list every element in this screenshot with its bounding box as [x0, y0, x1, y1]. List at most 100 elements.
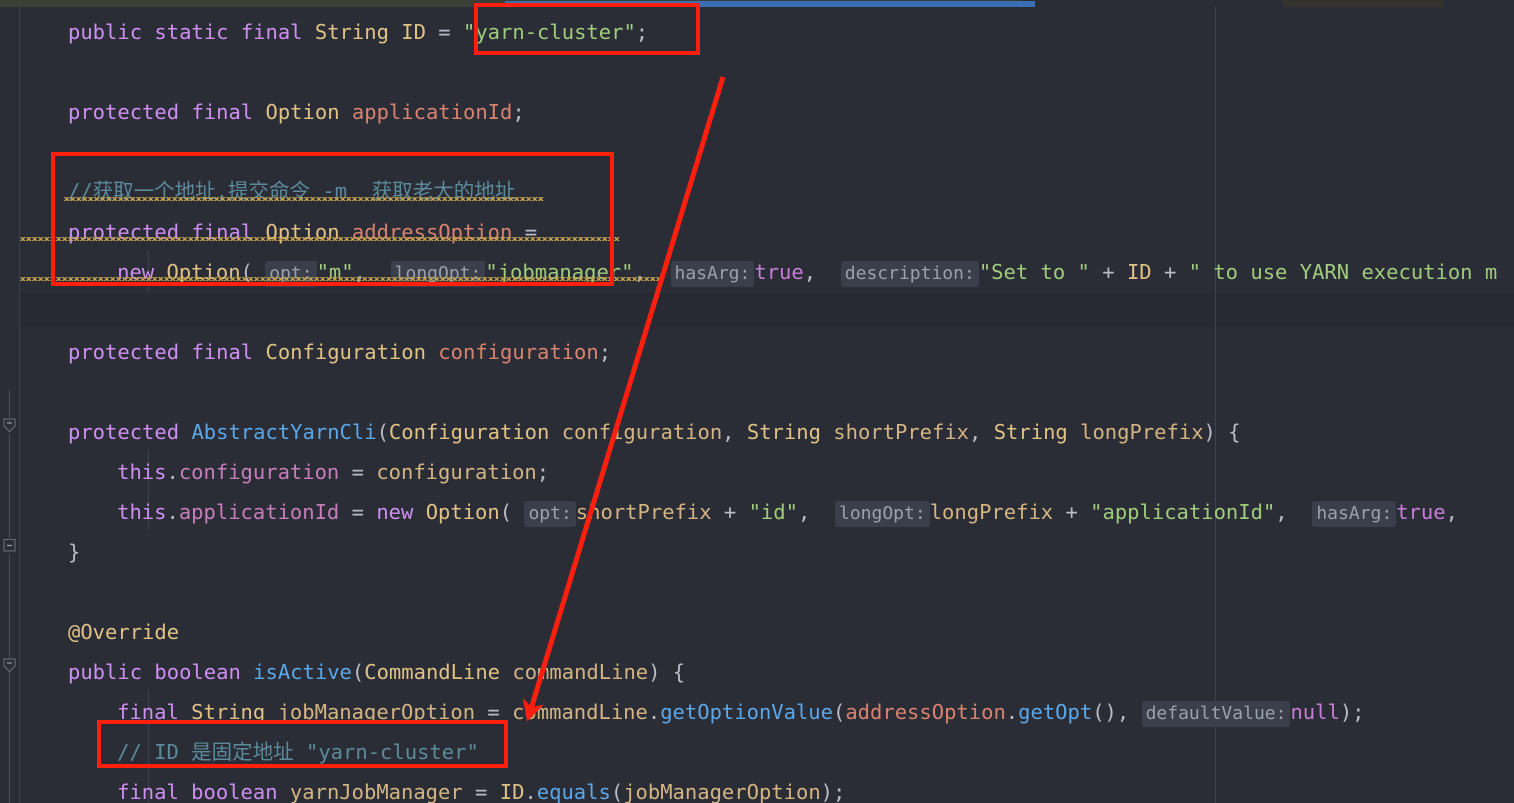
code-token: String — [746, 420, 821, 444]
code-token: yarnJobManager — [289, 780, 463, 803]
code-token: boolean — [191, 780, 278, 803]
code-token: longPrefix — [1080, 420, 1204, 444]
code-token: } — [68, 540, 81, 564]
code-line[interactable]: @Override — [68, 612, 179, 652]
code-editor-surface[interactable]: public static final String ID = "yarn-cl… — [20, 7, 1514, 803]
code-line[interactable]: //获取一个地址,提交命令 -m 获取老大的地址 — [68, 171, 515, 211]
code-token: configuration — [438, 340, 599, 364]
code-token: ( — [499, 500, 525, 524]
code-token: ID — [1126, 260, 1152, 284]
code-token: static — [154, 20, 229, 44]
code-token: ) { — [648, 660, 686, 684]
code-token: String — [191, 700, 266, 724]
code-token: isActive — [253, 660, 352, 684]
code-token: ID — [499, 780, 525, 803]
code-token: . — [524, 780, 537, 803]
code-token: Option — [265, 100, 340, 124]
code-token: = — [339, 460, 377, 484]
parameter-name-hint: defaultValue: — [1141, 701, 1291, 727]
code-line[interactable]: final String jobManagerOption = commandL… — [117, 692, 1365, 734]
top-panel-strip-right — [1283, 0, 1443, 7]
code-token: applicationId — [178, 500, 340, 524]
code-token: new — [376, 500, 414, 524]
weak-warning-squiggle — [64, 197, 544, 201]
string-literal: "yarn-cluster" — [463, 20, 636, 44]
code-token: Configuration — [265, 340, 426, 364]
weak-warning-squiggle — [20, 237, 620, 241]
code-token: this — [117, 500, 167, 524]
editor-region-band — [20, 293, 1514, 327]
code-token: shortPrefix — [833, 420, 970, 444]
code-token: addressOption — [845, 700, 1006, 724]
code-token: commandLine — [512, 660, 649, 684]
code-line[interactable]: // ID 是固定地址 "yarn-cluster" — [117, 732, 479, 772]
parameter-name-hint: hasArg: — [1312, 501, 1397, 527]
code-token: ( — [376, 420, 389, 444]
string-literal: "Set to " — [978, 260, 1090, 284]
code-line[interactable]: protected final Option addressOption = — [68, 212, 537, 252]
code-token: + — [1089, 260, 1127, 284]
string-literal: "applicationId" — [1090, 500, 1276, 524]
code-token: final — [191, 340, 254, 364]
code-token: . — [166, 460, 179, 484]
code-comment: // ID 是固定地址 "yarn-cluster" — [117, 740, 479, 764]
code-token: + — [1053, 500, 1091, 524]
top-panel-strip-mid — [1021, 0, 1283, 7]
code-token: longPrefix — [929, 500, 1054, 524]
code-token: , — [1445, 500, 1458, 524]
code-line[interactable]: public boolean isActive(CommandLine comm… — [68, 652, 685, 692]
top-panel-strip-far — [1443, 0, 1514, 7]
code-token: public — [68, 20, 143, 44]
code-token: , — [803, 260, 841, 284]
code-line[interactable]: } — [68, 532, 80, 572]
editor-gutter[interactable] — [0, 7, 20, 803]
code-line[interactable]: this.configuration = configuration; — [117, 452, 549, 492]
code-token: protected — [68, 420, 180, 444]
code-token: ( — [610, 780, 624, 803]
editor-screenshot: public static final String ID = "yarn-cl… — [0, 0, 1514, 803]
code-token: boolean — [154, 660, 241, 684]
code-token: Configuration — [388, 420, 550, 444]
parameter-name-hint: opt: — [524, 501, 576, 527]
code-token: final — [240, 20, 303, 44]
code-fold-icon[interactable] — [2, 658, 17, 673]
parameter-name-hint: description: — [840, 261, 979, 287]
parameter-name-hint: opt: — [265, 261, 317, 287]
code-token: (), — [1092, 700, 1142, 724]
gutter-fold-line — [9, 672, 10, 803]
parameter-name-hint: longOpt: — [835, 501, 930, 527]
code-line[interactable]: protected AbstractYarnCli(Configuration … — [68, 412, 1241, 452]
code-token: true — [754, 260, 804, 284]
code-token: null — [1290, 700, 1340, 724]
code-line[interactable]: protected final Option applicationId; — [68, 92, 525, 132]
code-token: jobManagerOption — [277, 700, 476, 724]
code-token: = — [462, 780, 500, 803]
code-token: configuration — [561, 420, 723, 444]
code-token: , — [969, 420, 994, 444]
code-token: public — [68, 660, 143, 684]
code-line[interactable]: new Option( opt: "m", longOpt: "jobmanager… — [117, 252, 1497, 294]
code-line[interactable]: this.applicationId = new Option( opt: sho… — [117, 492, 1458, 534]
code-token: configuration — [376, 460, 537, 484]
code-token: , — [722, 420, 747, 444]
parameter-name-hint: hasArg: — [670, 261, 755, 287]
code-token: ( — [351, 660, 365, 684]
code-token: final — [117, 700, 179, 724]
code-token: , — [1275, 500, 1313, 524]
code-line[interactable]: protected final Configuration configurat… — [68, 332, 611, 372]
code-token: . — [1005, 700, 1019, 724]
code-token: shortPrefix — [575, 500, 712, 524]
code-line[interactable]: final boolean yarnJobManager = ID.equals… — [117, 772, 845, 803]
gutter-fold-line — [9, 554, 10, 660]
code-line[interactable]: public static final String ID = "yarn-cl… — [68, 12, 648, 52]
code-fold-icon[interactable] — [2, 538, 17, 553]
code-token: final — [117, 780, 179, 803]
